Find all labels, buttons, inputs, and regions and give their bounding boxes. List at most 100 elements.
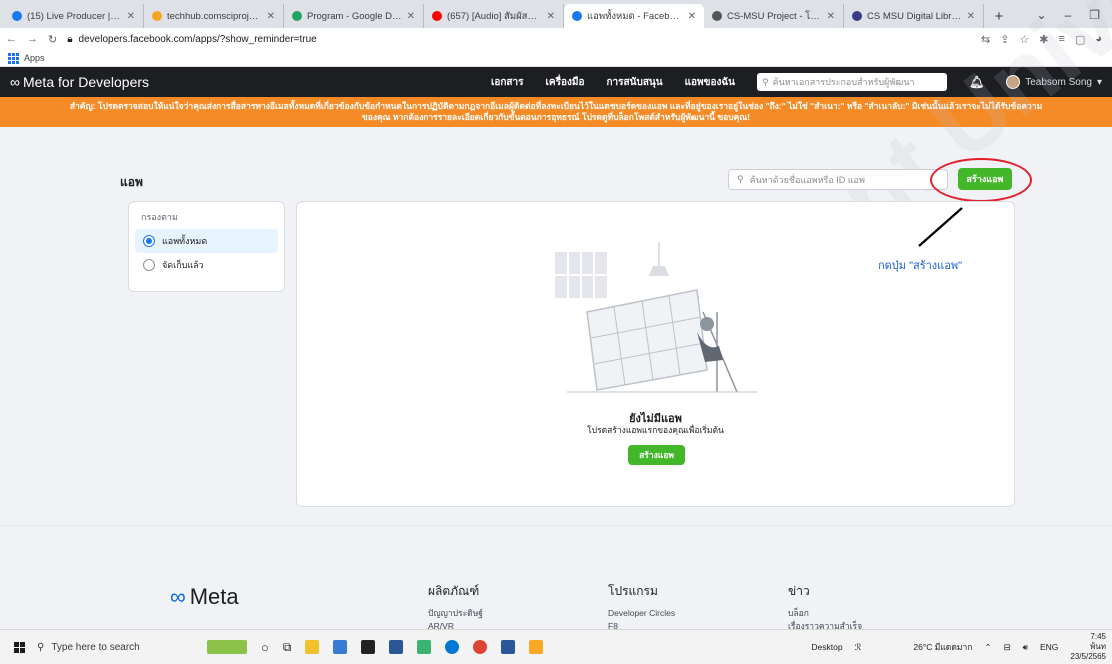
notion-icon[interactable] <box>361 640 376 654</box>
profile-icon[interactable]: ◕ <box>1095 33 1102 46</box>
minimize-icon[interactable]: – <box>1065 8 1072 22</box>
network-icon[interactable]: ⊟ <box>1004 642 1011 653</box>
radio-icon <box>143 259 155 271</box>
tab-search-icon[interactable]: ⌄ <box>1036 8 1046 22</box>
app-icon-3[interactable] <box>529 640 544 654</box>
people-icon[interactable]: ℛ <box>855 642 862 653</box>
radio-selected-icon <box>143 235 155 247</box>
language-indicator[interactable]: ENG <box>1040 642 1058 652</box>
banner-line-2[interactable]: ของคุณ หากต้องการรายละเอียดเกี่ยวกับขั้น… <box>30 112 1082 123</box>
bookmark-apps[interactable]: Apps <box>24 53 45 63</box>
tab-title: CS MSU Digital Library ระบบการจั... <box>867 10 962 22</box>
nav-docs[interactable]: เอกสาร <box>491 75 524 90</box>
sidepanel-icon[interactable]: ▢ <box>1075 33 1085 46</box>
header-search-input[interactable]: ⚲ ค้นหาเอกสารประกอบสำหรับผู้พัฒนา <box>757 73 948 91</box>
tray-chevron-icon[interactable]: ⌃ <box>984 642 991 653</box>
nav-support[interactable]: การสนับสนุน <box>606 75 662 90</box>
filter-archived[interactable]: จัดเก็บแล้ว <box>135 253 278 277</box>
tab-favicon-icon <box>572 11 582 21</box>
clock[interactable]: 7:45 พ้นท 23/5/2565 <box>1070 632 1106 662</box>
filter-panel: กรองตาม แอพทั้งหมด จัดเก็บแล้ว <box>128 201 285 292</box>
tab-favicon-icon <box>432 11 442 21</box>
close-tab-icon[interactable]: ✕ <box>267 11 275 22</box>
empty-state-subtitle: โปรดสร้างแอพแรกของคุณเพื่อเริ่มต้น <box>587 425 724 435</box>
infinity-icon: ∞ <box>10 74 20 90</box>
close-tab-icon[interactable]: ✕ <box>967 11 975 22</box>
browser-tab[interactable]: (657) [Audio] สัมผัสที่โลกสัมผ... ✕ <box>424 4 564 28</box>
nav-my-apps[interactable]: แอพของฉัน <box>685 75 735 90</box>
app-search-input[interactable]: ⚲ ค้นหาด้วยชื่อแอพหรือ ID แอพ <box>728 169 948 190</box>
search-icon: ⚲ <box>737 174 744 184</box>
close-tab-icon[interactable]: ✕ <box>688 11 696 22</box>
footer-col-products: ผลิตภัณฑ์ ปัญญาประดิษฐ์ AR/VR <box>428 584 483 631</box>
app-icon-2[interactable] <box>417 640 432 654</box>
browser-tab-strip: (15) Live Producer | Facebook✕techhub.co… <box>0 0 1112 28</box>
meta-logo[interactable]: ∞ Meta for Developers <box>10 74 149 90</box>
volume-icon[interactable]: 🔊︎ <box>1023 642 1028 653</box>
empty-create-app-button[interactable]: สร้างแอพ <box>628 445 685 465</box>
new-tab-button[interactable]: + <box>988 6 1010 28</box>
reload-icon[interactable]: ↻ <box>48 33 57 46</box>
tab-title: แอพทั้งหมด - Facebook สำหรับผู้พั... <box>587 10 683 22</box>
desktop-toolbar[interactable]: Desktop <box>811 642 842 652</box>
window-controls: ⌄ – ❐ <box>1036 8 1112 28</box>
tab-title: Program - Google Drive <box>307 10 402 22</box>
close-tab-icon[interactable]: ✕ <box>547 11 555 22</box>
close-tab-icon[interactable]: ✕ <box>127 11 135 22</box>
translate-icon[interactable]: ⇆ <box>981 33 990 46</box>
annotation-arrow-line <box>918 207 963 247</box>
browser-tab[interactable]: CS-MSU Project - โปรเจ็คจบการศ... ✕ <box>704 4 844 28</box>
url-field[interactable]: 🔒︎ developers.facebook.com/apps/?show_re… <box>67 30 971 48</box>
avatar <box>1006 75 1021 89</box>
close-tab-icon[interactable]: ✕ <box>827 11 835 22</box>
browser-tab[interactable]: CS MSU Digital Library ระบบการจั... ✕ <box>844 4 984 28</box>
weather-status[interactable]: 26°C มีแดดมาก <box>913 640 972 654</box>
bookmark-star-icon[interactable]: ☆ <box>1019 33 1029 46</box>
share-icon[interactable]: ⇪ <box>1000 33 1009 46</box>
app-icon[interactable] <box>389 640 404 654</box>
url-text: developers.facebook.com/apps/?show_remin… <box>78 33 317 45</box>
annotation-circle <box>930 158 1032 202</box>
site-footer: ∞ Meta ผลิตภัณฑ์ ปัญญาประดิษฐ์ AR/VR โปร… <box>0 525 1112 631</box>
browser-tab[interactable]: Program - Google Drive ✕ <box>284 4 424 28</box>
close-tab-icon[interactable]: ✕ <box>407 11 415 22</box>
browser-tab[interactable]: แอพทั้งหมด - Facebook สำหรับผู้พั... ✕ <box>564 4 704 28</box>
file-explorer-icon[interactable] <box>305 640 320 654</box>
footer-col-programs: โปรแกรม Developer Circles F8 <box>608 584 676 631</box>
user-menu[interactable]: Teabsom Song ▾ <box>1006 75 1102 89</box>
filter-label: กรองตาม <box>141 212 178 222</box>
weather-widget-icon[interactable] <box>207 640 247 654</box>
task-view-icon[interactable]: ⧉ <box>283 640 292 655</box>
search-icon: ⚲ <box>37 641 45 653</box>
browser-tab[interactable]: techhub.comsciproject.com / lo ✕ <box>144 4 284 28</box>
footer-meta-logo[interactable]: ∞ Meta <box>170 584 239 610</box>
edge-icon[interactable] <box>445 640 460 654</box>
extensions-icon[interactable]: ✱ <box>1039 33 1048 46</box>
windows-taskbar: ⚲ Type here to search ○ ⧉ Desktop ℛ 26°C… <box>0 629 1112 664</box>
restore-icon[interactable]: ❐ <box>1089 8 1100 22</box>
cortana-icon[interactable]: ○ <box>261 640 269 655</box>
tab-title: (15) Live Producer | Facebook <box>27 10 122 22</box>
chevron-down-icon: ▾ <box>1096 76 1102 88</box>
bookmarks-bar: Apps <box>0 50 1112 67</box>
notification-bell-icon[interactable]: 🔔︎ <box>969 75 984 89</box>
empty-state-card: ยังไม่มีแอพ โปรดสร้างแอพแรกของคุณเพื่อเร… <box>296 201 1015 507</box>
browser-tab[interactable]: (15) Live Producer | Facebook ✕ <box>4 4 144 28</box>
windows-start-icon[interactable] <box>14 641 25 653</box>
reading-list-icon[interactable]: ≡ <box>1059 33 1065 46</box>
store-icon[interactable] <box>333 640 348 654</box>
forward-icon[interactable]: → <box>27 33 38 45</box>
address-bar: ← → ↻ 🔒︎ developers.facebook.com/apps/?s… <box>0 28 1112 50</box>
chrome-icon[interactable] <box>473 640 488 654</box>
page-title: แอพ <box>120 175 143 189</box>
compliance-banner: สำคัญ: โปรดตรวจสอบให้แน่ใจว่าคุณส่งการสื… <box>0 97 1112 127</box>
nav-tools[interactable]: เครื่องมือ <box>546 75 585 90</box>
tab-favicon-icon <box>152 11 162 21</box>
filter-all-apps[interactable]: แอพทั้งหมด <box>135 229 278 253</box>
apps-grid-icon[interactable] <box>8 52 19 64</box>
word-icon[interactable] <box>501 640 516 654</box>
taskbar-search[interactable]: ⚲ Type here to search <box>37 642 187 653</box>
search-icon: ⚲ <box>762 76 769 87</box>
banner-line-1: สำคัญ: โปรดตรวจสอบให้แน่ใจว่าคุณส่งการสื… <box>69 101 1043 111</box>
back-icon[interactable]: ← <box>6 33 17 45</box>
